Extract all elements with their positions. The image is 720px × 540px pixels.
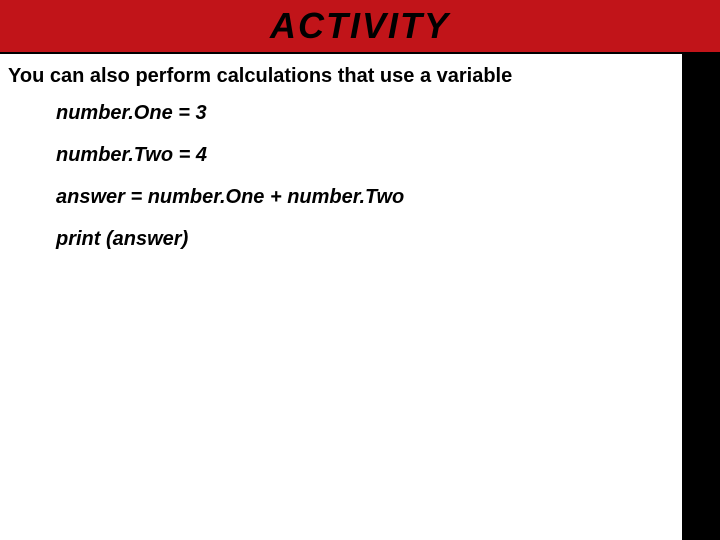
code-line: number.One = 3 <box>56 101 666 125</box>
code-block: number.One = 3 number.Two = 4 answer = n… <box>0 101 682 251</box>
content-panel: You can also perform calculations that u… <box>0 54 682 540</box>
code-line: answer = number.One + number.Two <box>56 185 666 209</box>
code-line: number.Two = 4 <box>56 143 666 167</box>
header-band: ACTIVITY <box>0 0 720 54</box>
page-title: ACTIVITY <box>270 5 450 47</box>
intro-text: You can also perform calculations that u… <box>0 54 682 101</box>
slide: ACTIVITY You can also perform calculatio… <box>0 0 720 540</box>
code-line: print (answer) <box>56 227 666 251</box>
